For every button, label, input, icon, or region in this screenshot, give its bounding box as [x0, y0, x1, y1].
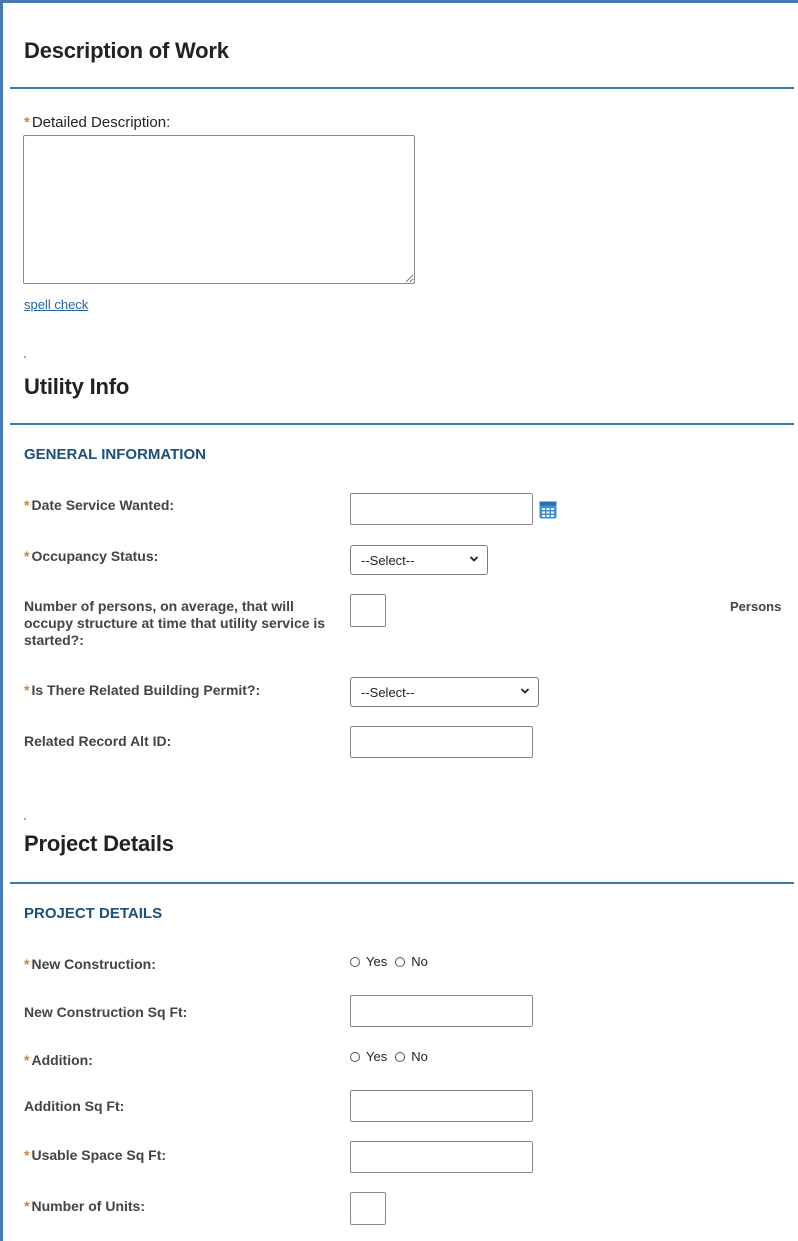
no-label: No: [411, 1049, 428, 1064]
anchor-marker: [24, 818, 26, 820]
date-service-label: * Date Service Wanted:: [24, 497, 175, 513]
required-marker: *: [24, 114, 30, 131]
new-construction-sqft-label: New Construction Sq Ft:: [24, 1004, 188, 1020]
subheading-general-information: GENERAL INFORMATION: [24, 446, 206, 463]
new-construction-sqft-input[interactable]: [350, 995, 533, 1027]
required-marker: *: [24, 956, 30, 972]
addition-sqft-input[interactable]: [350, 1090, 533, 1122]
date-service-input[interactable]: [350, 493, 533, 525]
occupancy-status-label: * Occupancy Status:: [24, 548, 159, 564]
new-construction-radio-group: Yes No: [350, 954, 428, 969]
addition-sqft-label: Addition Sq Ft:: [24, 1098, 125, 1114]
yes-label: Yes: [366, 954, 388, 969]
section-divider: [10, 423, 794, 425]
spell-check-link[interactable]: spell check: [24, 297, 88, 312]
required-marker: *: [24, 497, 30, 513]
new-construction-yes-radio[interactable]: [350, 956, 360, 967]
occupancy-status-select[interactable]: --Select--: [350, 545, 488, 575]
related-permit-select[interactable]: --Select--: [350, 677, 539, 707]
number-of-units-label: * Number of Units:: [24, 1198, 146, 1214]
section-title-project: Project Details: [24, 831, 174, 856]
section-title-description: Description of Work: [24, 38, 229, 63]
no-label: No: [411, 954, 428, 969]
new-construction-label: * New Construction:: [24, 956, 156, 972]
section-divider: [10, 882, 794, 884]
number-of-units-input[interactable]: [350, 1192, 386, 1225]
occupancy-selected-value: --Select--: [361, 552, 415, 568]
chevron-down-icon: [520, 688, 530, 694]
related-permit-selected-value: --Select--: [361, 684, 415, 700]
section-title-utility: Utility Info: [24, 374, 130, 399]
subheading-project-details: PROJECT DETAILS: [24, 905, 163, 922]
usable-space-input[interactable]: [350, 1141, 533, 1173]
calendar-icon[interactable]: [539, 501, 557, 519]
addition-radio-group: Yes No: [350, 1049, 428, 1064]
new-construction-no-radio[interactable]: [395, 956, 406, 967]
required-marker: *: [24, 548, 30, 564]
usable-space-label: * Usable Space Sq Ft:: [24, 1147, 167, 1163]
detailed-description-label: * Detailed Description:: [24, 114, 171, 131]
addition-yes-radio[interactable]: [350, 1051, 360, 1062]
persons-unit-label: Persons: [730, 599, 782, 614]
alt-id-label: Related Record Alt ID:: [24, 733, 172, 749]
required-marker: *: [24, 682, 30, 698]
required-marker: *: [24, 1198, 30, 1214]
related-permit-label: * Is There Related Building Permit?:: [24, 682, 261, 698]
alt-id-input[interactable]: [350, 726, 533, 758]
section-divider: [10, 87, 794, 89]
yes-label: Yes: [366, 1049, 388, 1064]
detailed-description-textarea[interactable]: [23, 135, 415, 284]
chevron-down-icon: [469, 556, 479, 562]
persons-label: Number of persons, on average, that will…: [24, 598, 326, 648]
required-marker: *: [24, 1147, 30, 1163]
anchor-marker: [24, 356, 26, 358]
required-marker: *: [24, 1052, 30, 1068]
addition-label: * Addition:: [24, 1052, 93, 1068]
addition-no-radio[interactable]: [395, 1051, 406, 1062]
persons-input[interactable]: [350, 594, 386, 627]
